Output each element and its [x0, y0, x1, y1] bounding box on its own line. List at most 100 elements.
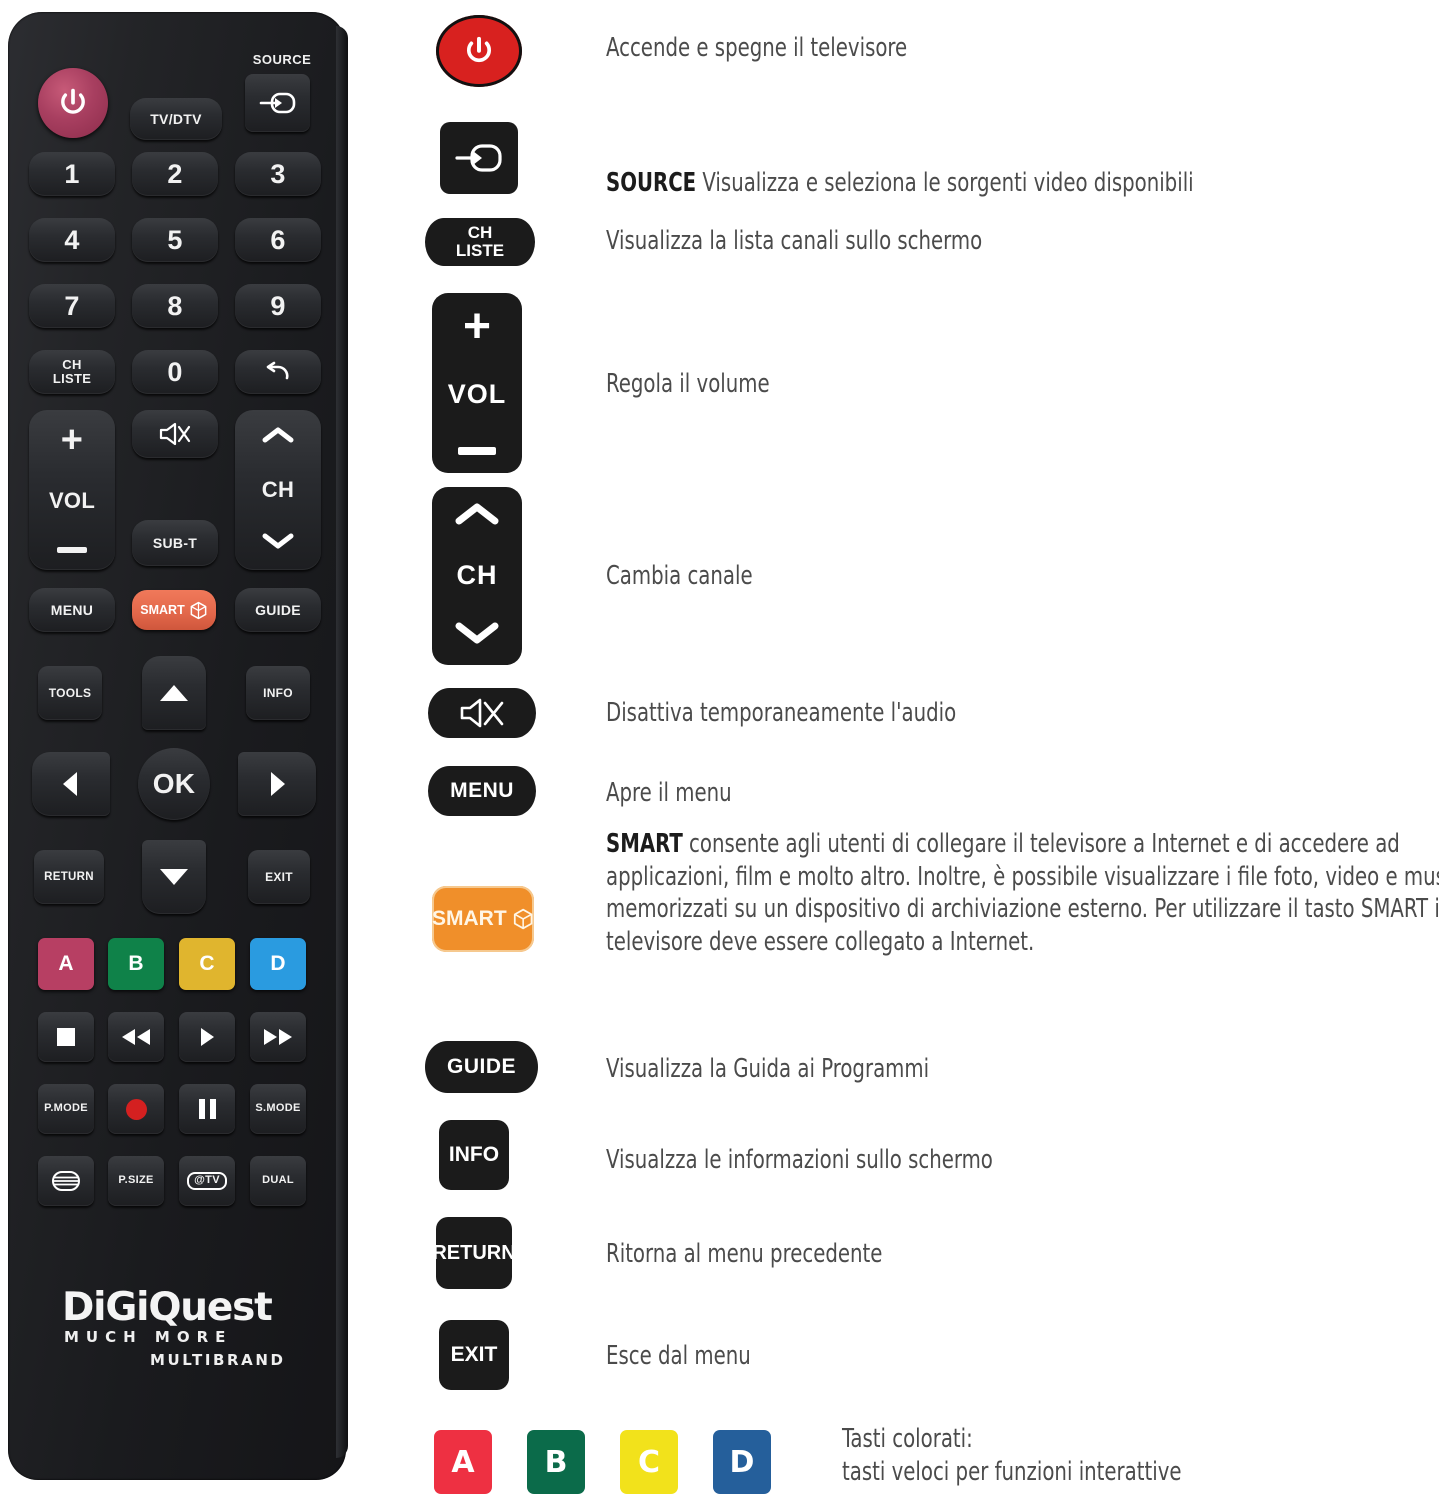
power-icon [61, 88, 85, 114]
legend-bold-source: SOURCE [606, 167, 697, 198]
legend-text-mute: Disattiva temporaneamente l'audio [606, 698, 957, 728]
volume-label: VOL [447, 379, 507, 410]
source-icon [455, 144, 502, 172]
remote-color-button-d[interactable]: D [250, 938, 306, 990]
remote-dual-button[interactable]: DUAL [250, 1156, 306, 1206]
channel-up-icon[interactable] [261, 425, 295, 450]
remote-channel-rocker[interactable]: CH [235, 410, 321, 570]
legend-icon-channel: CH [432, 487, 522, 665]
legend-icon-info: INFO [439, 1120, 509, 1190]
volume-down-icon[interactable] [57, 546, 87, 553]
remote-volume-rocker[interactable]: + VOL [29, 410, 115, 570]
legend-text-return: Ritorna al menu precedente [606, 1239, 883, 1269]
brand-tagline: MUCH MORE [64, 1328, 233, 1346]
remote-record-button[interactable] [108, 1084, 164, 1134]
legend-rest-smart: consente agli utenti di collegare il tel… [606, 829, 1439, 957]
legend-icon-menu: MENU [428, 766, 536, 816]
remote-dpad-right[interactable] [238, 752, 316, 816]
legend-text-source: SOURCE Visualizza e seleziona le sorgent… [606, 134, 1194, 199]
legend-color-key-a: A [434, 1430, 492, 1494]
remote-key-8[interactable]: 8 [132, 284, 218, 328]
remote-s-mode-button[interactable]: S.MODE [250, 1084, 306, 1134]
remote-key-5[interactable]: 5 [132, 218, 218, 262]
remote-p-size-button[interactable]: P.SIZE [108, 1156, 164, 1206]
at-tv-icon: @TV [187, 1172, 227, 1190]
brand-logo: DiGiQuest MUCH MORE MULTIBRAND [62, 1288, 302, 1369]
smart-label: SMART [140, 603, 185, 617]
stop-icon [57, 1028, 75, 1046]
power-icon [466, 36, 492, 63]
remote-key-3[interactable]: 3 [235, 152, 321, 196]
remote-play-button[interactable] [179, 1012, 235, 1062]
volume-up-icon: + [462, 300, 492, 354]
remote-fast-forward-button[interactable] [250, 1012, 306, 1062]
remote-source-button[interactable] [245, 74, 310, 132]
remote-dpad-left[interactable] [32, 752, 110, 816]
source-icon [259, 92, 295, 114]
channel-down-icon[interactable] [261, 531, 295, 556]
teletext-icon [52, 1171, 80, 1191]
remote-back-button[interactable] [235, 350, 321, 394]
remote-at-tv-button[interactable]: @TV [179, 1156, 235, 1206]
legend-text-menu: Apre il menu [606, 778, 732, 808]
legend-text-ch-liste: Visualizza la lista canali sullo schermo [606, 226, 983, 256]
volume-up-icon[interactable]: + [61, 422, 84, 459]
legend-text-channel: Cambia canale [606, 561, 753, 591]
remote-source-label: SOURCE [252, 52, 312, 67]
channel-up-icon [454, 501, 500, 532]
mute-icon [460, 698, 504, 728]
remote-p-mode-button[interactable]: P.MODE [38, 1084, 94, 1134]
remote-key-1[interactable]: 1 [29, 152, 115, 196]
volume-down-icon [458, 446, 496, 455]
remote-key-2[interactable]: 2 [132, 152, 218, 196]
remote-power-button[interactable] [38, 68, 108, 138]
remote-key-6[interactable]: 6 [235, 218, 321, 262]
remote-smart-button[interactable]: SMART [132, 590, 216, 630]
legend-text-smart: SMART consente agli utenti di collegare … [606, 828, 1439, 959]
remote-tools-button[interactable]: TOOLS [38, 666, 102, 720]
remote-key-0[interactable]: 0 [132, 350, 218, 394]
legend-icon-exit: EXIT [439, 1320, 509, 1390]
remote-color-button-b[interactable]: B [108, 938, 164, 990]
remote-menu-button[interactable]: MENU [29, 588, 115, 632]
remote-exit-button[interactable]: EXIT [248, 850, 310, 904]
legend-icon-guide: GUIDE [425, 1041, 538, 1093]
cube-icon [190, 601, 207, 619]
remote-mute-button[interactable] [132, 410, 218, 458]
smart-label: SMART [432, 907, 507, 930]
legend-bold-smart: SMART [606, 829, 683, 859]
legend-text-guide: Visualizza la Guida ai Programmi [606, 1054, 930, 1084]
remote-teletext-button[interactable] [38, 1156, 94, 1206]
remote-guide-button[interactable]: GUIDE [235, 588, 321, 632]
remote-key-7[interactable]: 7 [29, 284, 115, 328]
remote-return-button[interactable]: RETURN [34, 850, 104, 904]
remote-key-9[interactable]: 9 [235, 284, 321, 328]
triangle-left-icon [63, 772, 77, 796]
remote-pause-button[interactable] [179, 1084, 235, 1134]
remote-stop-button[interactable] [38, 1012, 94, 1062]
remote-tv-dtv-button[interactable]: TV/DTV [130, 98, 222, 140]
triangle-right-icon [271, 772, 285, 796]
fast-forward-icon [264, 1029, 292, 1045]
volume-label: VOL [48, 487, 96, 513]
legend-color-key-b: B [527, 1430, 585, 1494]
mute-icon [159, 422, 191, 446]
brand-subline: MULTIBRAND [150, 1351, 286, 1369]
remote-dpad-down[interactable] [142, 840, 206, 914]
remote-dpad-up[interactable] [142, 656, 206, 730]
legend-text-exit: Esce dal menu [606, 1341, 751, 1371]
remote-rewind-button[interactable] [108, 1012, 164, 1062]
triangle-down-icon [160, 869, 188, 885]
remote-info-button[interactable]: INFO [246, 666, 310, 720]
remote-color-button-c[interactable]: C [179, 938, 235, 990]
legend-text-info: Visualzza le informazioni sullo schermo [606, 1145, 993, 1175]
remote-key-4[interactable]: 4 [29, 218, 115, 262]
remote-sub-t-button[interactable]: SUB-T [132, 520, 218, 566]
remote-ch-liste-button[interactable]: CH LISTE [29, 350, 115, 394]
remote-ok-button[interactable]: OK [138, 748, 210, 820]
remote-color-button-a[interactable]: A [38, 938, 94, 990]
rewind-icon [122, 1029, 150, 1045]
record-icon [125, 1098, 147, 1120]
legend-icon-source [440, 122, 518, 194]
legend-text-volume: Regola il volume [606, 369, 770, 399]
